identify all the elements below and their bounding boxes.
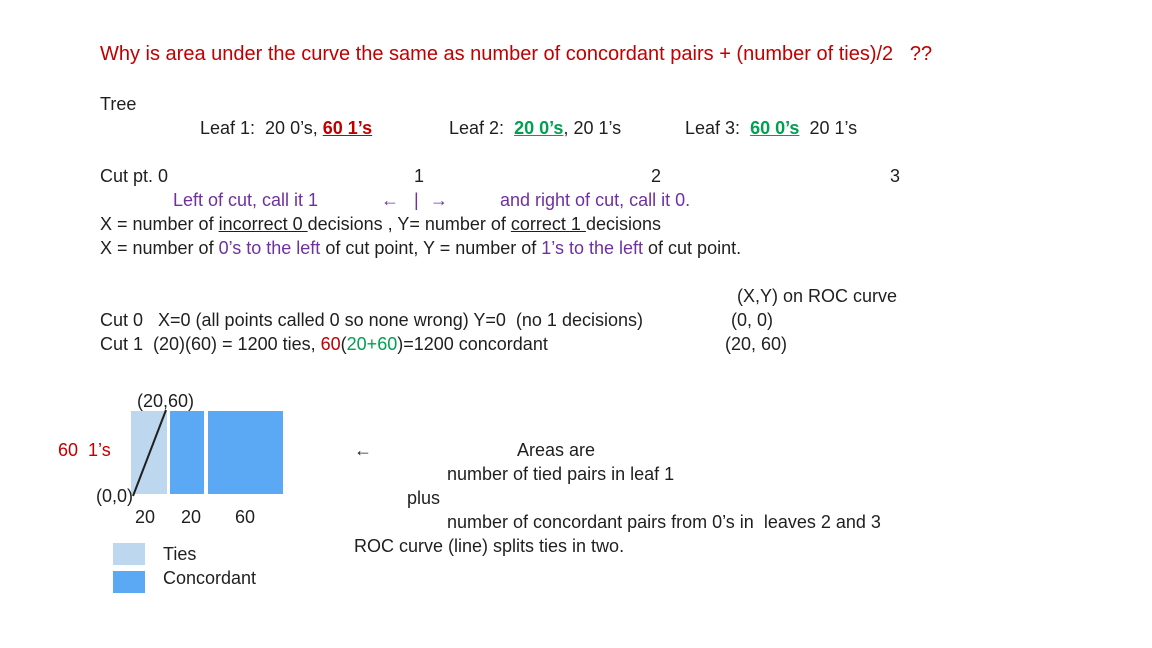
legend-swatch-ties <box>113 543 145 565</box>
x-label-leaf-3: 60 <box>235 507 256 527</box>
explanation-line-2: number of tied pairs in leaf 1 <box>447 464 675 484</box>
diagram-origin-label: (0,0) <box>96 486 134 506</box>
x-label-leaf-1: 20 <box>135 507 156 527</box>
x-label-leaf-2: 20 <box>181 507 202 527</box>
explanation-line-1: Areas are <box>517 440 596 460</box>
explanation-line-4: number of concordant pairs from 0’s in l… <box>447 512 881 532</box>
explanation-line-5: ROC curve (line) splits ties in two. <box>354 536 625 556</box>
legend-label-ties: Ties <box>163 544 197 564</box>
explanation-arrow-icon: ← <box>354 440 372 460</box>
legend-label-concordant: Concordant <box>163 568 257 588</box>
roc-curve-line <box>132 409 167 497</box>
legend-swatch-concordant <box>113 571 145 593</box>
explanation-line-3: plus <box>407 488 441 508</box>
